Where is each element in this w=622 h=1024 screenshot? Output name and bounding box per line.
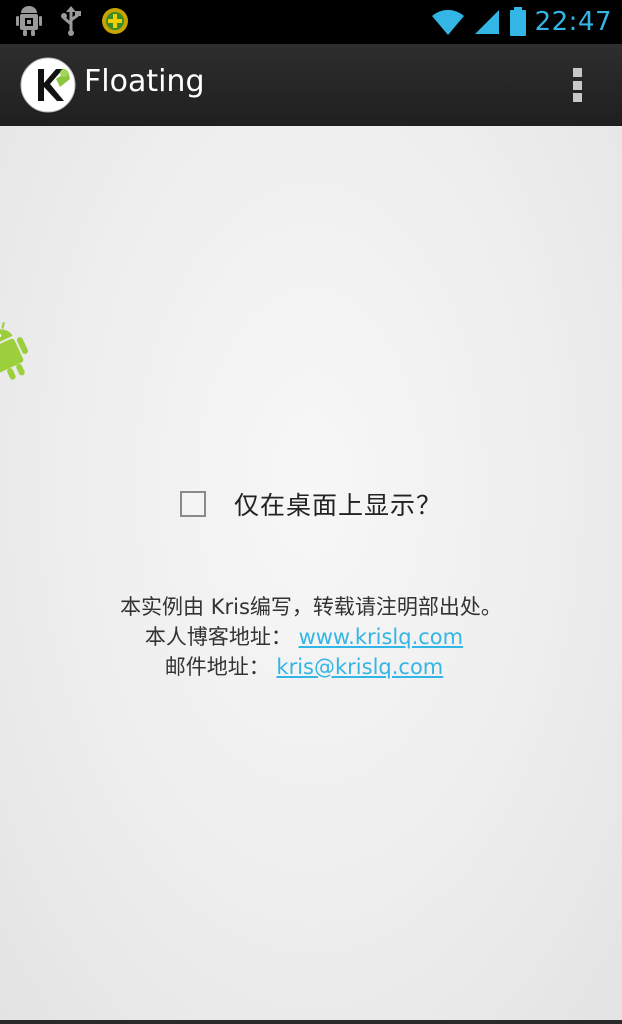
battery-icon [509,7,526,36]
blog-link[interactable]: www.krislq.com [299,625,464,649]
blog-line: 本人博客地址： www.krislq.com [0,622,622,652]
email-link[interactable]: kris@krislq.com [276,655,443,679]
desktop-only-checkbox[interactable] [180,491,206,517]
app-notification-icon [102,8,128,34]
overflow-menu-icon [572,68,582,77]
desktop-only-label: 仅在桌面上显示？ [234,491,443,520]
email-label: 邮件地址： [164,655,270,679]
usb-icon [61,6,81,36]
overflow-menu-button[interactable] [562,64,592,106]
desktop-only-option[interactable]: 仅在桌面上显示？ [180,486,442,522]
action-bar: Floating [0,44,622,126]
author-info: 本实例由 Kris编写，转载请注明部出处。 本人博客地址： www.krislq… [0,592,622,682]
email-line: 邮件地址： kris@krislq.com [0,652,622,682]
main-content: 仅在桌面上显示？ 本实例由 Kris编写，转载请注明部出处。 本人博客地址： w… [0,126,622,1024]
android-robot-icon[interactable] [0,322,32,384]
wifi-icon [431,9,464,36]
app-title: Floating [84,64,205,99]
kris-logo-icon[interactable] [20,57,76,113]
status-time: 22:47 [534,7,612,37]
author-statement: 本实例由 Kris编写，转载请注明部出处。 [120,595,502,619]
signal-icon [474,10,499,34]
system-icons: 22:47 [431,0,612,44]
bottom-edge [0,1020,622,1024]
android-debug-icon [16,6,42,36]
notification-icons [16,6,130,36]
status-bar: 22:47 [0,0,622,44]
blog-label: 本人博客地址： [144,625,292,649]
